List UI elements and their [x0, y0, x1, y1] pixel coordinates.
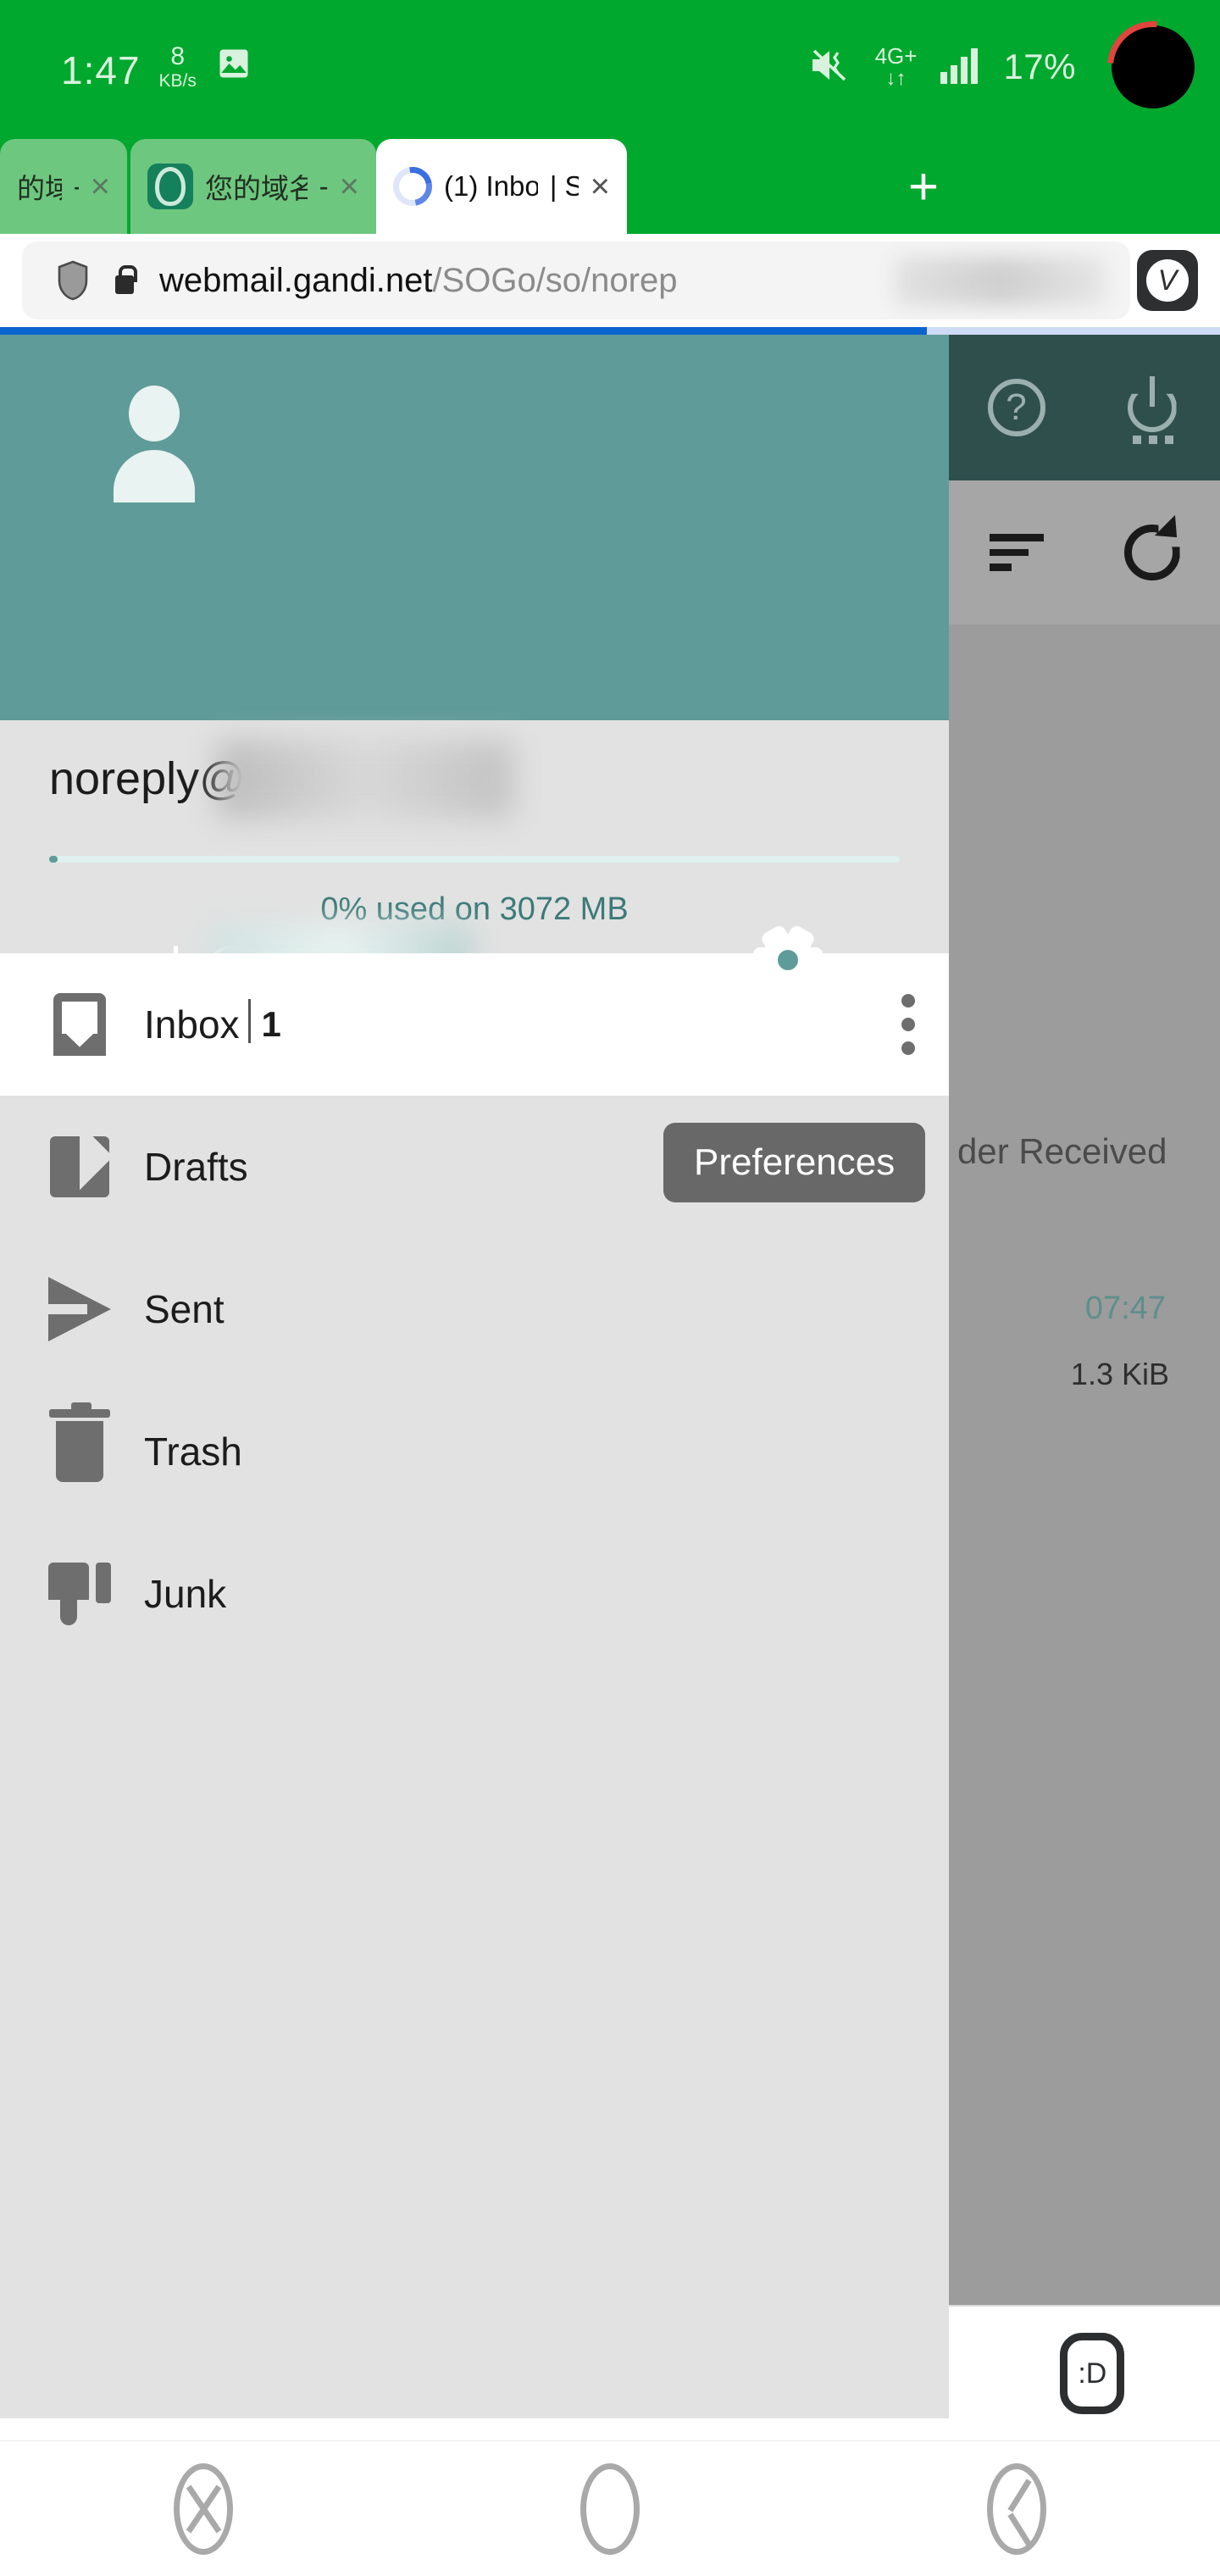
url-path: /SOGo/so/norep — [432, 261, 678, 299]
vivaldi-logo[interactable]: V — [1137, 250, 1198, 311]
folder-label-inbox: Inbox — [144, 1002, 240, 1046]
recents-icon[interactable] — [174, 2462, 233, 2555]
vivaldi-logo-glyph: V — [1146, 259, 1189, 302]
folder-label-drafts: Drafts — [144, 1145, 248, 1189]
folder-count-inbox: 1 — [247, 999, 281, 1044]
browser-tab-1[interactable]: 的域名 - × — [0, 139, 127, 234]
sort-icon[interactable] — [989, 534, 1044, 572]
shield-icon[interactable] — [56, 260, 90, 301]
browser-tab-strip: 的域名 - × 您的域名 - × (1) Inbox | S × + — [0, 134, 1220, 234]
webmail-header-actions: ? — [949, 335, 1220, 480]
quota-text: 0% used on 3072 MB — [320, 891, 629, 927]
camera-punch-hole — [1112, 25, 1195, 108]
new-tab-button[interactable]: + — [627, 139, 1220, 234]
network-speed-value: 8 — [170, 42, 186, 70]
tab-2-title: 您的域名 — [205, 173, 308, 204]
tab-3-close-icon[interactable]: × — [591, 169, 610, 203]
mail-sidebar: noreply@ noreply@ noreply@ 0% used on 30… — [0, 335, 949, 2418]
mail-time: 07:47 — [1084, 1291, 1166, 1326]
address-bar-container: webmail.gandi.net/SOGo/so/norep V — [0, 234, 1220, 327]
folder-label-trash: Trash — [144, 1430, 242, 1474]
account-row[interactable]: noreply@ — [0, 720, 949, 856]
tab-1-close-icon[interactable]: × — [91, 169, 110, 203]
folder-label-junk: Junk — [144, 1572, 227, 1616]
loading-spinner-icon — [385, 158, 441, 214]
status-bar: 1:47 8 KB/s 4G+ ↓↑ 17% — [0, 0, 1220, 134]
battery-percentage: 17% — [1003, 47, 1076, 86]
mail-list-toolbar — [949, 480, 1220, 625]
folder-list: Inbox 1 Drafts Sent Trash Junk — [0, 953, 949, 1665]
vivaldi-face-icon[interactable]: :D — [1060, 2333, 1125, 2414]
network-speed: 8 KB/s — [158, 42, 197, 91]
folder-item-sent[interactable]: Sent — [0, 1238, 949, 1380]
status-bar-right: 4G+ ↓↑ 17% — [809, 0, 1220, 134]
signal-bars-icon — [939, 47, 981, 88]
back-icon[interactable] — [987, 2462, 1046, 2555]
quota-progress-bar — [49, 856, 900, 863]
tab-1-suffix: - — [74, 170, 79, 203]
url-domain: webmail.gandi.net — [159, 261, 433, 299]
folder-item-junk[interactable]: Junk — [0, 1523, 949, 1665]
account-row-redacted — [217, 741, 513, 819]
tab-3-suffix: | S — [549, 170, 579, 202]
network-type-label: 4G+ — [874, 43, 918, 69]
gandi-favicon — [147, 164, 193, 209]
browser-tab-3-active[interactable]: (1) Inbox | S × — [376, 139, 627, 234]
mail-list — [949, 625, 1220, 2418]
trash-icon — [44, 1402, 115, 1482]
url-text: webmail.gandi.net/SOGo/so/norep — [159, 262, 677, 300]
browser-tab-2[interactable]: 您的域名 - × — [130, 139, 376, 234]
folder-label-sent: Sent — [144, 1287, 225, 1331]
page-load-progress-bar — [0, 327, 1220, 335]
junk-icon — [44, 1563, 115, 1625]
folder-item-trash[interactable]: Trash — [0, 1380, 949, 1523]
mail-subject[interactable]: der Received — [957, 1131, 1167, 1172]
url-redacted-region — [895, 257, 1106, 306]
network-type-icon: 4G+ ↓↑ — [874, 43, 918, 90]
inbox-icon — [44, 993, 115, 1056]
draft-icon — [44, 1136, 115, 1197]
help-icon[interactable]: ? — [987, 379, 1045, 436]
sent-icon — [44, 1277, 115, 1341]
status-bar-left: 1:47 8 KB/s — [0, 44, 252, 90]
logout-power-icon[interactable] — [1123, 371, 1182, 444]
person-avatar-icon — [105, 386, 203, 502]
lock-icon — [112, 264, 137, 297]
tab-1-title: 的域名 — [17, 173, 62, 204]
tab-2-close-icon[interactable]: × — [340, 169, 359, 203]
mute-vibrate-icon — [809, 46, 853, 89]
home-icon[interactable] — [580, 2462, 640, 2555]
network-speed-unit: KB/s — [158, 71, 197, 91]
folder-menu-icon-inbox[interactable] — [901, 994, 915, 1055]
android-navigation-bar — [0, 2440, 1220, 2576]
address-bar[interactable]: webmail.gandi.net/SOGo/so/norep — [22, 242, 1130, 319]
tab-3-title: (1) Inbox — [444, 170, 538, 202]
folder-item-inbox[interactable]: Inbox 1 — [0, 953, 949, 1096]
account-header — [0, 335, 949, 720]
mail-size: 1.3 KiB — [1070, 1357, 1169, 1391]
preferences-tooltip: Preferences — [663, 1123, 926, 1202]
clock: 1:47 — [61, 48, 141, 92]
image-icon — [215, 45, 252, 86]
web-content: ? der Received 07:47 1.3 KiB noreply@ no… — [0, 335, 1220, 2418]
tab-2-suffix: - — [319, 170, 328, 202]
refresh-icon[interactable] — [1123, 514, 1187, 580]
